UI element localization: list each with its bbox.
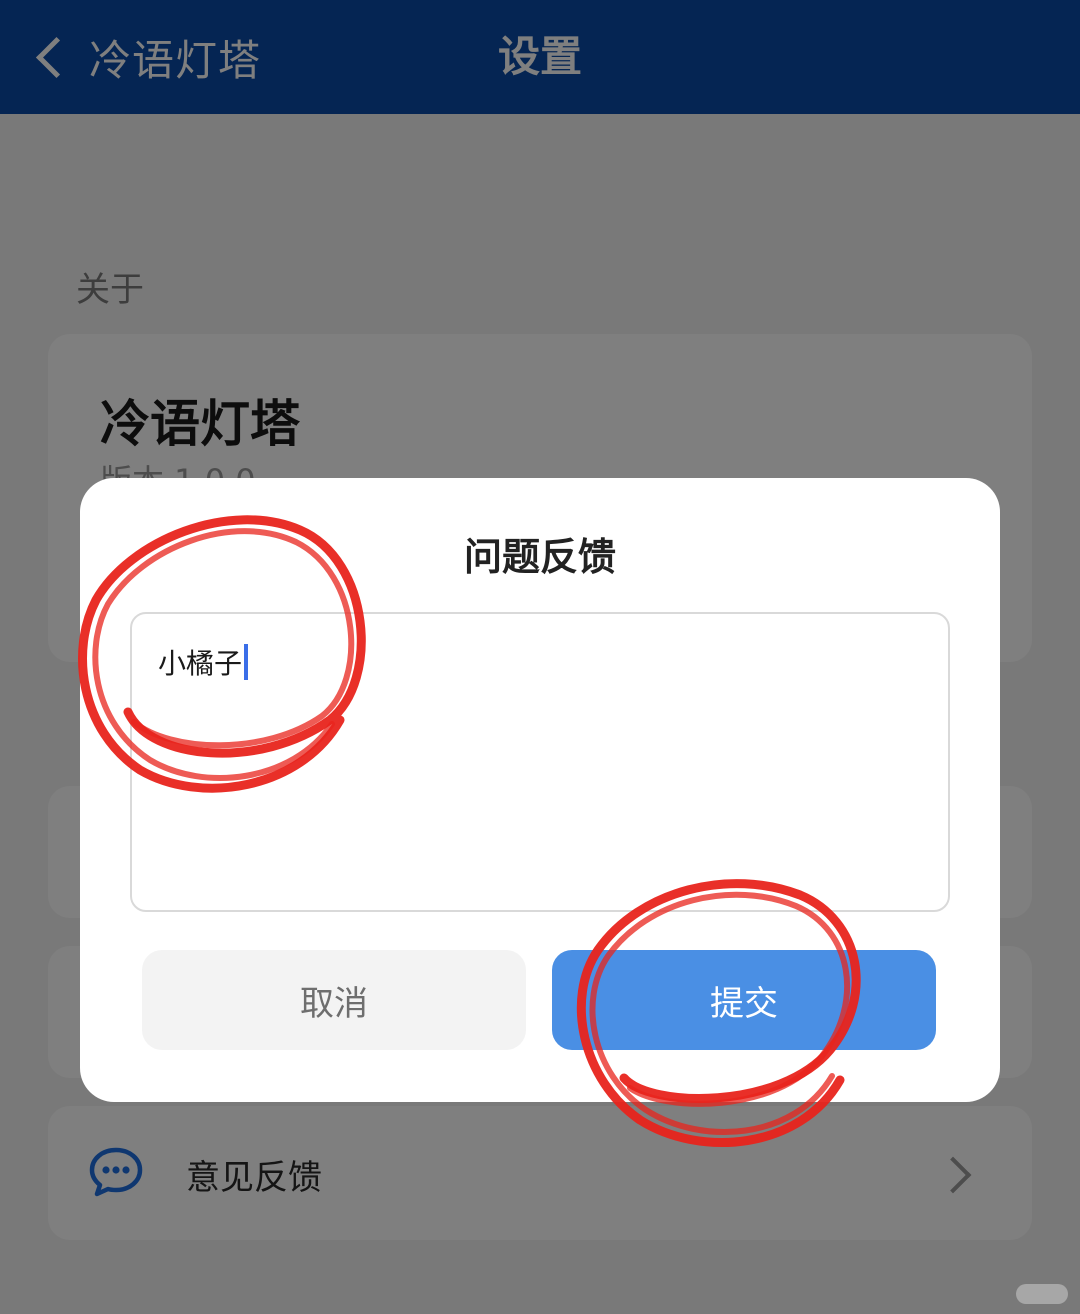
feedback-textarea[interactable]: 小橘子 [130,612,950,912]
textarea-text: 小橘子 [158,647,243,680]
feedback-dialog: 问题反馈 小橘子 取消 提交 [80,478,1000,1102]
dialog-title: 问题反馈 [463,535,616,579]
cancel-button[interactable]: 取消 [142,950,526,1050]
text-caret [244,644,249,680]
textarea-value-wrap: 小橘子 [158,642,249,682]
submit-button[interactable]: 提交 [552,950,936,1050]
watermark [1016,1284,1068,1304]
